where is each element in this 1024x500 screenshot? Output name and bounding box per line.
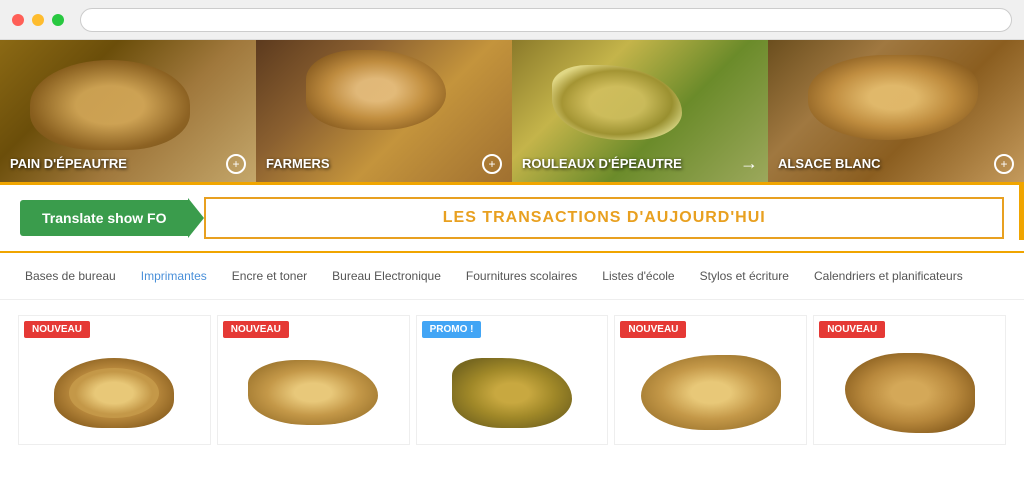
bread-shape-2 xyxy=(248,360,378,425)
banner-card-rouleaux[interactable]: ROULEAUX D'ÉPEAUTRE → xyxy=(512,40,768,182)
banner-label-4: ALSACE BLANC xyxy=(778,156,881,172)
product-image-4 xyxy=(620,346,801,439)
banner-card-pain-epeautre[interactable]: PAIN D'ÉPEAUTRE + xyxy=(0,40,256,182)
product-image-2 xyxy=(223,346,404,439)
main-content: PAIN D'ÉPEAUTRE + FARMERS + ROULEAUX D'É… xyxy=(0,40,1024,500)
bread-shape-3 xyxy=(452,358,572,428)
bread-shape-1 xyxy=(54,358,174,428)
banner-card-alsace[interactable]: ALSACE BLANC + xyxy=(768,40,1024,182)
badge-nouveau-4: NOUVEAU xyxy=(620,321,686,338)
arrow-connector xyxy=(188,198,204,238)
banner-arrow-icon-3[interactable]: → xyxy=(740,153,758,174)
product-grid: NOUVEAU NOUVEAU PROMO ! NOUVEAU NOUVEAU xyxy=(0,300,1024,460)
bread-shape-5 xyxy=(845,353,975,433)
badge-nouveau-5: NOUVEAU xyxy=(819,321,885,338)
category-tab-bases-bureau[interactable]: Bases de bureau xyxy=(15,265,126,287)
product-image-3 xyxy=(422,346,603,439)
banner-label-2: FARMERS xyxy=(266,156,330,172)
category-tab-encre-toner[interactable]: Encre et toner xyxy=(222,265,317,287)
product-card-3[interactable]: PROMO ! xyxy=(416,315,609,445)
traffic-light-red[interactable] xyxy=(12,14,24,26)
category-tab-stylos-ecriture[interactable]: Stylos et écriture xyxy=(690,265,799,287)
banner-plus-icon-2[interactable]: + xyxy=(482,154,502,174)
banner-label-1: PAIN D'ÉPEAUTRE xyxy=(10,156,127,172)
address-bar[interactable] xyxy=(80,8,1012,32)
traffic-light-green[interactable] xyxy=(52,14,64,26)
banner-plus-icon-1[interactable]: + xyxy=(226,154,246,174)
traffic-light-yellow[interactable] xyxy=(32,14,44,26)
product-image-5 xyxy=(819,346,1000,439)
category-tab-imprimantes[interactable]: Imprimantes xyxy=(131,265,217,287)
category-tab-fournitures-scolaires[interactable]: Fournitures scolaires xyxy=(456,265,587,287)
category-tab-bureau-electronique[interactable]: Bureau Electronique xyxy=(322,265,451,287)
translate-show-fo-button[interactable]: Translate show FO xyxy=(20,200,188,236)
action-bar: Translate show FO LES TRANSACTIONS D'AUJ… xyxy=(0,185,1024,253)
product-image-1 xyxy=(24,346,205,439)
badge-promo-3: PROMO ! xyxy=(422,321,482,338)
category-tab-listes-ecole[interactable]: Listes d'école xyxy=(592,265,684,287)
badge-nouveau-2: NOUVEAU xyxy=(223,321,289,338)
transactions-box: LES TRANSACTIONS D'AUJOURD'HUI xyxy=(204,197,1004,239)
product-card-5[interactable]: NOUVEAU xyxy=(813,315,1006,445)
product-card-4[interactable]: NOUVEAU xyxy=(614,315,807,445)
banner-card-farmers[interactable]: FARMERS + xyxy=(256,40,512,182)
product-card-2[interactable]: NOUVEAU xyxy=(217,315,410,445)
category-tabs: Bases de bureauImprimantesEncre et toner… xyxy=(0,253,1024,300)
transactions-label: LES TRANSACTIONS D'AUJOURD'HUI xyxy=(443,209,766,226)
category-tab-calendriers[interactable]: Calendriers et planificateurs xyxy=(804,265,973,287)
banner-label-3: ROULEAUX D'ÉPEAUTRE xyxy=(522,156,682,172)
browser-chrome xyxy=(0,0,1024,40)
banner-area: PAIN D'ÉPEAUTRE + FARMERS + ROULEAUX D'É… xyxy=(0,40,1024,185)
banner-plus-icon-4[interactable]: + xyxy=(994,154,1014,174)
badge-nouveau-1: NOUVEAU xyxy=(24,321,90,338)
product-card-1[interactable]: NOUVEAU xyxy=(18,315,211,445)
bread-shape-4 xyxy=(641,355,781,430)
